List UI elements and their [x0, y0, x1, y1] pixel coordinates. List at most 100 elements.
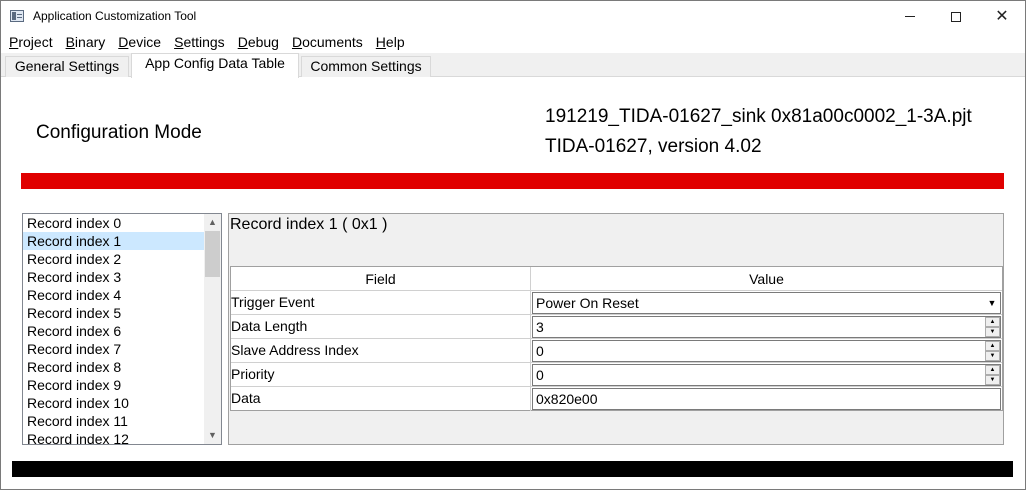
close-icon: ✕: [995, 7, 1009, 25]
list-item-selected[interactable]: Record index 1: [23, 232, 204, 250]
menu-mnemonic: D: [291, 34, 303, 50]
app-window: Application Customization Tool ✕ Project…: [0, 0, 1026, 490]
trigger-event-dropdown[interactable]: Power On Reset ▼: [532, 292, 1001, 314]
record-detail-panel: Record index 1 ( 0x1 ) Field Value Trigg…: [228, 213, 1004, 445]
menu-help[interactable]: Help: [368, 32, 410, 52]
spin-up-icon[interactable]: ▲: [985, 365, 1000, 375]
menu-mnemonic: D: [118, 34, 129, 50]
minimize-button[interactable]: [887, 1, 933, 32]
list-item[interactable]: Record index 6: [23, 322, 204, 340]
title-bar: Application Customization Tool ✕: [1, 1, 1025, 32]
list-item[interactable]: Record index 11: [23, 412, 204, 430]
data-length-value: 3: [536, 319, 544, 335]
app-icon: [10, 10, 24, 22]
minimize-icon: [905, 16, 915, 17]
list-item[interactable]: Record index 0: [23, 214, 204, 232]
mode-label: Configuration Mode: [36, 122, 202, 143]
menu-debug[interactable]: Debug: [230, 32, 284, 52]
column-header-value: Value: [749, 271, 784, 287]
menu-mnemonic: P: [9, 34, 19, 50]
data-length-stepper[interactable]: 3 ▲ ▼: [532, 316, 1001, 338]
slave-address-index-spinner: ▲ ▼: [985, 341, 1000, 361]
list-item[interactable]: Record index 4: [23, 286, 204, 304]
table-row: Priority 0 ▲ ▼: [231, 363, 1002, 387]
priority-stepper[interactable]: 0 ▲ ▼: [532, 364, 1001, 386]
record-list-scrollbar[interactable]: ▲ ▼: [204, 214, 221, 444]
priority-value: 0: [536, 367, 544, 383]
menu-documents-label: Documents: [291, 34, 363, 50]
record-list-items: Record index 0 Record index 1 Record ind…: [23, 214, 204, 444]
window-title: Application Customization Tool: [33, 9, 197, 23]
table-row: Data Length 3 ▲ ▼: [231, 315, 1002, 339]
field-label-priority: Priority: [231, 363, 531, 387]
tab-common-settings[interactable]: Common Settings: [301, 56, 431, 77]
scrollbar-thumb[interactable]: [205, 231, 220, 277]
chevron-down-icon[interactable]: ▼: [986, 297, 998, 309]
project-file-name: 191219_TIDA-01627_sink 0x81a00c0002_1-3A…: [545, 106, 972, 127]
list-item[interactable]: Record index 5: [23, 304, 204, 322]
column-header-field: Field: [231, 267, 531, 291]
menu-debug-label: Debug: [237, 34, 279, 50]
spin-up-icon[interactable]: ▲: [985, 341, 1000, 351]
menu-settings[interactable]: Settings: [166, 32, 230, 52]
spin-down-icon[interactable]: ▼: [985, 327, 1000, 337]
menu-device-label: Device: [118, 34, 162, 50]
menu-project[interactable]: Project: [1, 32, 58, 52]
menu-bar: Project Binary Device Settings Debug Doc…: [1, 32, 1025, 52]
menu-help-label: Help: [375, 34, 405, 50]
list-item[interactable]: Record index 12: [23, 430, 204, 444]
field-label-data-length: Data Length: [231, 315, 531, 339]
menu-mnemonic: B: [65, 34, 75, 50]
record-detail-title: Record index 1 ( 0x1 ): [230, 216, 388, 233]
scroll-up-icon[interactable]: ▲: [204, 214, 221, 231]
field-label-slave-address-index: Slave Address Index: [231, 339, 531, 363]
menu-mnemonic: S: [174, 34, 184, 50]
priority-spinner: ▲ ▼: [985, 365, 1000, 385]
data-length-spinner: ▲ ▼: [985, 317, 1000, 337]
menu-project-label: Project: [9, 34, 53, 50]
table-row: Slave Address Index 0 ▲ ▼: [231, 339, 1002, 363]
spin-down-icon[interactable]: ▼: [985, 351, 1000, 361]
field-label-data: Data: [231, 387, 531, 411]
list-item[interactable]: Record index 2: [23, 250, 204, 268]
tab-bar: General Settings App Config Data Table C…: [1, 53, 1025, 78]
list-item[interactable]: Record index 10: [23, 394, 204, 412]
menu-device[interactable]: Device: [110, 32, 166, 52]
record-list[interactable]: Record index 0 Record index 1 Record ind…: [22, 213, 222, 445]
menu-binary-label: Binary: [65, 34, 106, 50]
record-field-grid: Field Value Trigger Event Power On Reset…: [230, 266, 1003, 411]
list-item[interactable]: Record index 7: [23, 340, 204, 358]
list-item[interactable]: Record index 8: [23, 358, 204, 376]
menu-documents[interactable]: Documents: [284, 32, 368, 52]
maximize-button[interactable]: [933, 1, 979, 32]
data-text-field[interactable]: 0x820e00: [532, 388, 1001, 410]
list-item[interactable]: Record index 3: [23, 268, 204, 286]
trigger-event-value: Power On Reset: [536, 295, 639, 311]
maximize-icon: [951, 11, 961, 22]
menu-settings-label: Settings: [174, 34, 225, 50]
slave-address-index-stepper[interactable]: 0 ▲ ▼: [532, 340, 1001, 362]
row-value-cell: Power On Reset ▼: [531, 292, 1002, 314]
spin-down-icon[interactable]: ▼: [985, 375, 1000, 385]
table-row: Trigger Event Power On Reset ▼: [231, 291, 1002, 315]
menu-mnemonic: D: [237, 34, 248, 50]
menu-binary[interactable]: Binary: [58, 32, 111, 52]
footer-status-bar: [12, 461, 1013, 477]
table-row: Data 0x820e00: [231, 387, 1002, 411]
row-value-cell: 0x820e00: [531, 388, 1002, 410]
close-button[interactable]: ✕: [979, 1, 1025, 32]
grid-header: Field Value: [231, 267, 1002, 291]
row-value-cell: 0 ▲ ▼: [531, 364, 1002, 386]
tab-general-settings[interactable]: General Settings: [5, 56, 129, 77]
field-label-trigger-event: Trigger Event: [231, 291, 531, 315]
scroll-down-icon[interactable]: ▼: [204, 427, 221, 444]
list-item[interactable]: Record index 9: [23, 376, 204, 394]
project-version: TIDA-01627, version 4.02: [545, 136, 762, 157]
row-value-cell: 0 ▲ ▼: [531, 340, 1002, 362]
menu-mnemonic: H: [375, 34, 386, 50]
slave-address-index-value: 0: [536, 343, 544, 359]
tab-app-config-data-table[interactable]: App Config Data Table: [131, 53, 299, 78]
spin-up-icon[interactable]: ▲: [985, 317, 1000, 327]
status-bar-red: [21, 173, 1004, 189]
row-value-cell: 3 ▲ ▼: [531, 316, 1002, 338]
